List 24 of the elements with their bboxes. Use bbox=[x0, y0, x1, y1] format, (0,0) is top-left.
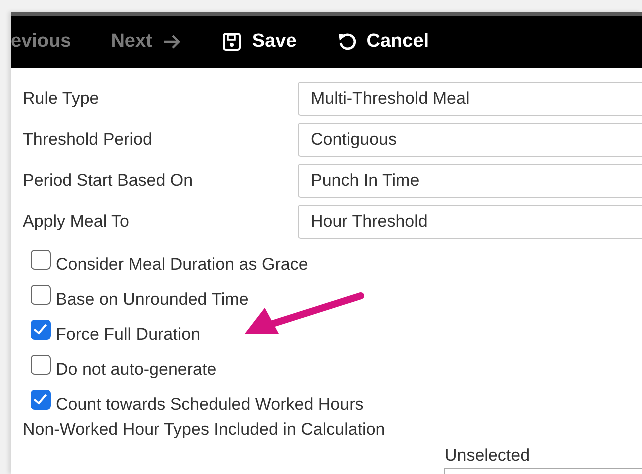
undo-icon bbox=[336, 32, 357, 52]
field-label: Period Start Based On bbox=[23, 171, 194, 191]
list-label: Unselected bbox=[445, 446, 532, 466]
checkbox[interactable] bbox=[31, 285, 51, 305]
section-label: Non-Worked Hour Types Included in Calculation bbox=[23, 420, 386, 440]
checkbox[interactable] bbox=[31, 320, 51, 340]
checkbox-label: Consider Meal Duration as Grace bbox=[56, 255, 308, 275]
save-icon bbox=[222, 32, 242, 52]
checkbox-label: Do not auto-generate bbox=[56, 360, 217, 380]
field-label: Rule Type bbox=[23, 89, 100, 109]
field-label: Apply Meal To bbox=[23, 212, 130, 232]
dropdown[interactable]: Punch In Time bbox=[298, 164, 642, 198]
checkbox[interactable] bbox=[31, 390, 51, 410]
cancel-button[interactable]: Cancel bbox=[322, 31, 444, 53]
dropdown[interactable]: Multi-Threshold Meal bbox=[298, 82, 642, 116]
dropdown[interactable]: Hour Threshold bbox=[298, 205, 642, 239]
checkbox[interactable] bbox=[31, 250, 51, 270]
checkbox-label: Count towards Scheduled Worked Hours bbox=[56, 395, 364, 415]
checkbox-label: Base on Unrounded Time bbox=[56, 290, 249, 310]
checkbox-label: Force Full Duration bbox=[56, 325, 201, 345]
checkbox[interactable] bbox=[31, 355, 51, 375]
field-label: Threshold Period bbox=[23, 130, 154, 150]
save-button[interactable]: Save bbox=[208, 31, 311, 53]
dropdown[interactable]: Contiguous bbox=[298, 123, 642, 157]
